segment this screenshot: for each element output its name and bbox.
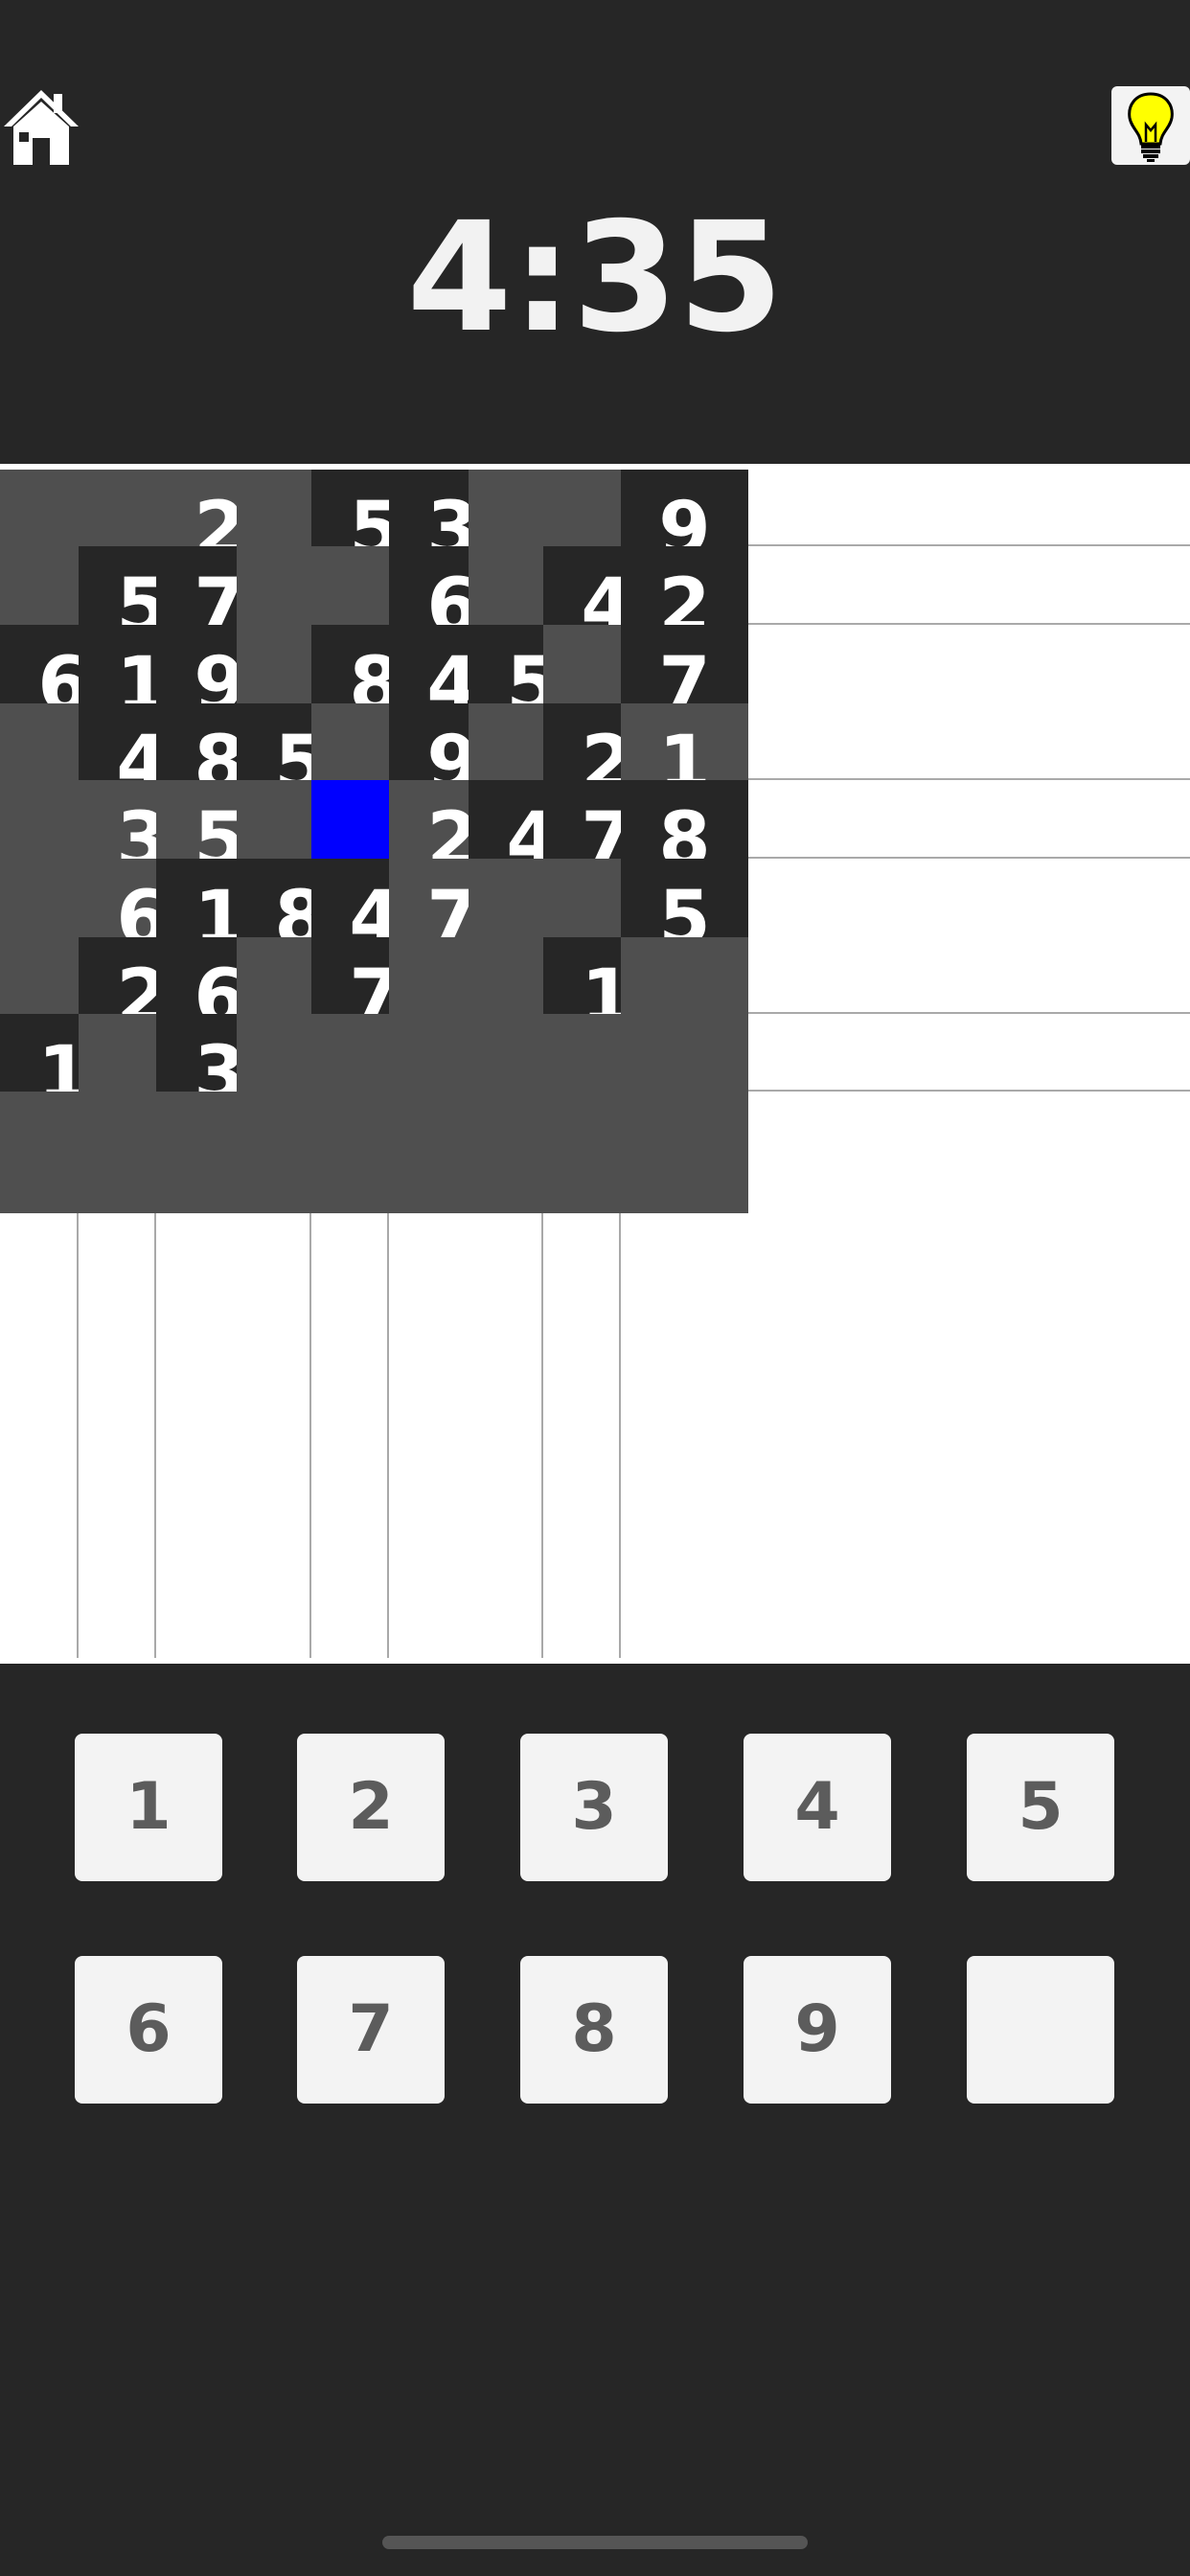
number-key-3[interactable]: 3 — [520, 1734, 668, 1881]
sudoku-board: 2539576426198457485921352478618475267113 — [0, 464, 1190, 1664]
hint-button[interactable] — [1111, 86, 1190, 165]
home-indicator — [382, 2536, 808, 2549]
number-key-4[interactable]: 4 — [744, 1734, 891, 1881]
number-key-6[interactable]: 6 — [75, 1956, 222, 2104]
lightbulb-icon — [1128, 92, 1174, 162]
number-key-9[interactable]: 9 — [744, 1956, 891, 2104]
number-key-8[interactable]: 8 — [520, 1956, 668, 2104]
number-key-2[interactable]: 2 — [297, 1734, 445, 1881]
number-key-1[interactable]: 1 — [75, 1734, 222, 1881]
sudoku-cell[interactable] — [621, 1092, 748, 1213]
home-button[interactable] — [0, 84, 82, 167]
home-icon — [4, 90, 79, 165]
number-key-5[interactable]: 5 — [967, 1734, 1114, 1881]
erase-key[interactable] — [967, 1956, 1114, 2104]
timer: 4:35 — [406, 190, 784, 366]
number-key-7[interactable]: 7 — [297, 1956, 445, 2104]
